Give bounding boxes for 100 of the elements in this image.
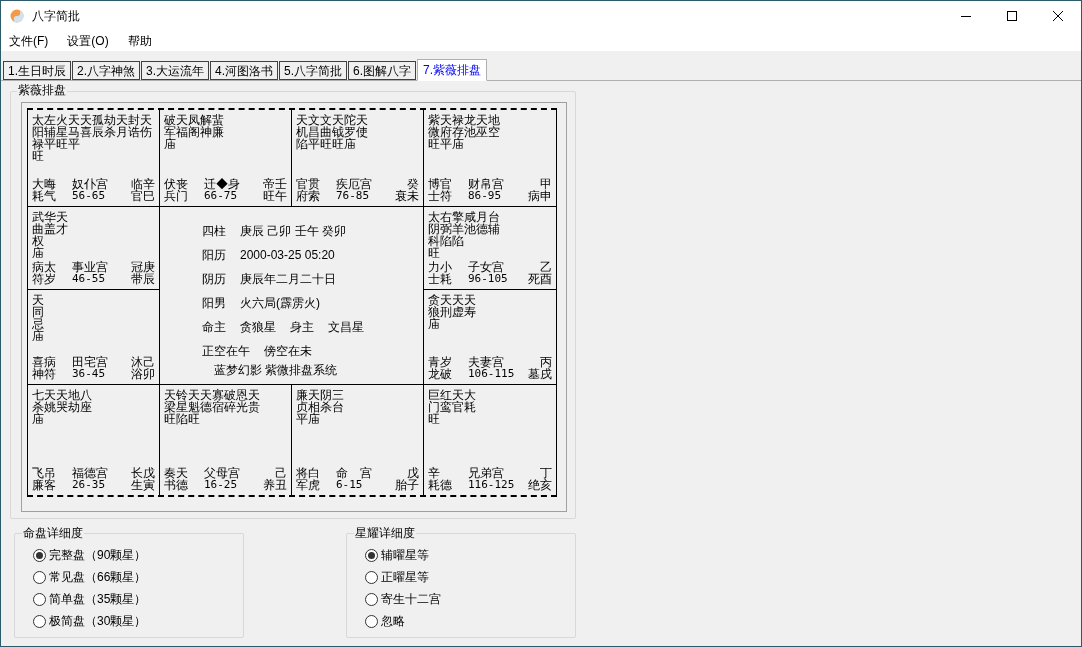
spirit-names: 官贯 bbox=[296, 178, 321, 190]
radio-option[interactable]: 辅曜星等 bbox=[365, 548, 575, 562]
info-text: 阳历 bbox=[202, 247, 226, 264]
tab[interactable]: 6.图解八字 bbox=[348, 61, 417, 80]
radio-button[interactable] bbox=[365, 570, 378, 584]
star-names: 微府存池巫空 bbox=[428, 126, 501, 138]
spirit-names: 青岁 bbox=[428, 356, 453, 368]
star-names: 庙 bbox=[32, 330, 45, 342]
palace-name: 福德宫 bbox=[72, 467, 109, 479]
palace-name: 命 宫 bbox=[336, 467, 373, 479]
radio-button[interactable] bbox=[365, 592, 378, 606]
info-text: 2000-03-25 05:20 bbox=[240, 247, 335, 264]
info-text: 阳男 bbox=[202, 295, 226, 312]
star-names: 科陷陷 bbox=[428, 235, 464, 247]
spirit-names: 军虎 bbox=[296, 479, 321, 491]
stem-branch: 旺午 bbox=[263, 190, 287, 202]
tab[interactable]: 7.紫薇排盘 bbox=[417, 59, 488, 81]
age-range: 16-25 bbox=[204, 479, 238, 491]
spirit-names: 耗德 bbox=[428, 479, 453, 491]
stem-branch: 己 bbox=[275, 467, 287, 479]
info-text: 身主 bbox=[290, 319, 314, 336]
tab[interactable]: 1.生日时辰 bbox=[3, 61, 71, 80]
info-text: 阴历 bbox=[202, 271, 226, 288]
star-names: 庙 bbox=[428, 318, 440, 330]
menu-item[interactable]: 文件(F) bbox=[3, 32, 55, 50]
radio-button[interactable] bbox=[33, 614, 46, 628]
group-title: 命盘详细度 bbox=[22, 526, 84, 540]
maximize-icon bbox=[1007, 11, 1017, 21]
info-text: 文昌星 bbox=[328, 319, 364, 336]
spirit-names: 伏丧 bbox=[164, 178, 189, 190]
stem-branch: 丁 bbox=[540, 467, 552, 479]
info-text: 火六局(霹雳火) bbox=[240, 295, 320, 312]
star-names: 贞相杀台 bbox=[296, 401, 345, 413]
star-names: 破天凤解蜚 bbox=[164, 114, 225, 126]
age-range: 96-105 bbox=[468, 273, 509, 285]
age-range: 36-45 bbox=[72, 368, 106, 380]
stem-branch: 长戊 bbox=[131, 467, 155, 479]
stem-branch: 浴卯 bbox=[131, 368, 155, 380]
star-names: 陷平旺旺庙 bbox=[296, 138, 356, 150]
spirit-names: 兵门 bbox=[164, 190, 189, 202]
stem-branch: 冠庚 bbox=[131, 261, 155, 273]
radio-option[interactable]: 寄生十二宫 bbox=[365, 592, 575, 606]
tab[interactable]: 3.大运流年 bbox=[141, 61, 210, 80]
stem-branch: 带辰 bbox=[131, 273, 155, 285]
palace-name: 财帛宫 bbox=[468, 178, 505, 190]
radio-option[interactable]: 正曜星等 bbox=[365, 570, 575, 584]
spirit-names: 喜病 bbox=[32, 356, 57, 368]
stem-branch: 帝壬 bbox=[263, 178, 287, 190]
age-range: 66-75 bbox=[204, 190, 238, 202]
window-title: 八字简批 bbox=[32, 8, 80, 25]
stem-branch: 病申 bbox=[528, 190, 552, 202]
group-title: 紫薇排盘 bbox=[17, 83, 67, 97]
spirit-names: 府索 bbox=[296, 190, 321, 202]
radio-option[interactable]: 简单盘（35颗星） bbox=[33, 592, 243, 606]
star-names: 旺平庙 bbox=[428, 138, 464, 150]
spirit-names: 符岁 bbox=[32, 273, 57, 285]
stem-branch: 戊 bbox=[407, 467, 419, 479]
radio-option[interactable]: 常见盘（66颗星） bbox=[33, 570, 243, 584]
star-names: 巨红天大 bbox=[428, 389, 477, 401]
radio-button[interactable] bbox=[33, 548, 46, 562]
stem-branch: 癸 bbox=[407, 178, 419, 190]
radio-button[interactable] bbox=[33, 570, 46, 584]
system-name: 蓝梦幻影 紫微排盘系统 bbox=[213, 362, 339, 379]
palace-name: 夫妻宫 bbox=[468, 356, 504, 368]
star-names: 旺陷旺 bbox=[164, 413, 200, 425]
menu-item[interactable]: 帮助 bbox=[121, 32, 158, 50]
radio-button[interactable] bbox=[33, 592, 46, 606]
age-range: 86-95 bbox=[468, 190, 502, 202]
star-names: 天 bbox=[32, 294, 45, 306]
info-text: 庚辰年二月二十日 bbox=[240, 271, 336, 288]
menu-item[interactable]: 设置(O) bbox=[61, 32, 115, 50]
spirit-names: 奏天 bbox=[164, 467, 189, 479]
spirit-names: 将白 bbox=[296, 467, 321, 479]
radio-option[interactable]: 忽略 bbox=[365, 614, 575, 628]
tab[interactable]: 2.八字神煞 bbox=[72, 61, 141, 80]
stem-branch: 甲 bbox=[540, 178, 552, 190]
tab[interactable]: 5.八字简批 bbox=[279, 61, 348, 80]
star-names: 庙 bbox=[32, 413, 44, 425]
radio-button[interactable] bbox=[365, 548, 378, 562]
stem-branch: 胎子 bbox=[395, 479, 419, 491]
radio-button[interactable] bbox=[365, 614, 378, 628]
age-range: 26-35 bbox=[72, 479, 106, 491]
tab[interactable]: 4.河图洛书 bbox=[210, 61, 279, 80]
spirit-names: 耗气 bbox=[32, 190, 57, 202]
star-names: 曲盖才 bbox=[32, 223, 69, 235]
radio-option[interactable]: 完整盘（90颗星） bbox=[33, 548, 243, 562]
info-text: 正空在午 bbox=[202, 343, 250, 360]
group-title: 星耀详细度 bbox=[354, 526, 416, 540]
info-text: 命主 bbox=[202, 319, 226, 336]
palace-name: 事业宫 bbox=[72, 261, 109, 273]
star-names: 天铃天天寡破恩天 bbox=[164, 389, 261, 401]
spirit-names: 大晦 bbox=[32, 178, 57, 190]
spirit-names: 士符 bbox=[428, 190, 453, 202]
stem-branch: 衰未 bbox=[395, 190, 419, 202]
age-range: 6-15 bbox=[336, 479, 363, 491]
radio-option[interactable]: 极简盘（30颗星） bbox=[33, 614, 243, 628]
stem-branch: 墓戌 bbox=[528, 368, 552, 380]
stem-branch: 养丑 bbox=[263, 479, 287, 491]
stem-branch: 乙 bbox=[540, 261, 552, 273]
stem-branch: 绝亥 bbox=[528, 479, 552, 491]
